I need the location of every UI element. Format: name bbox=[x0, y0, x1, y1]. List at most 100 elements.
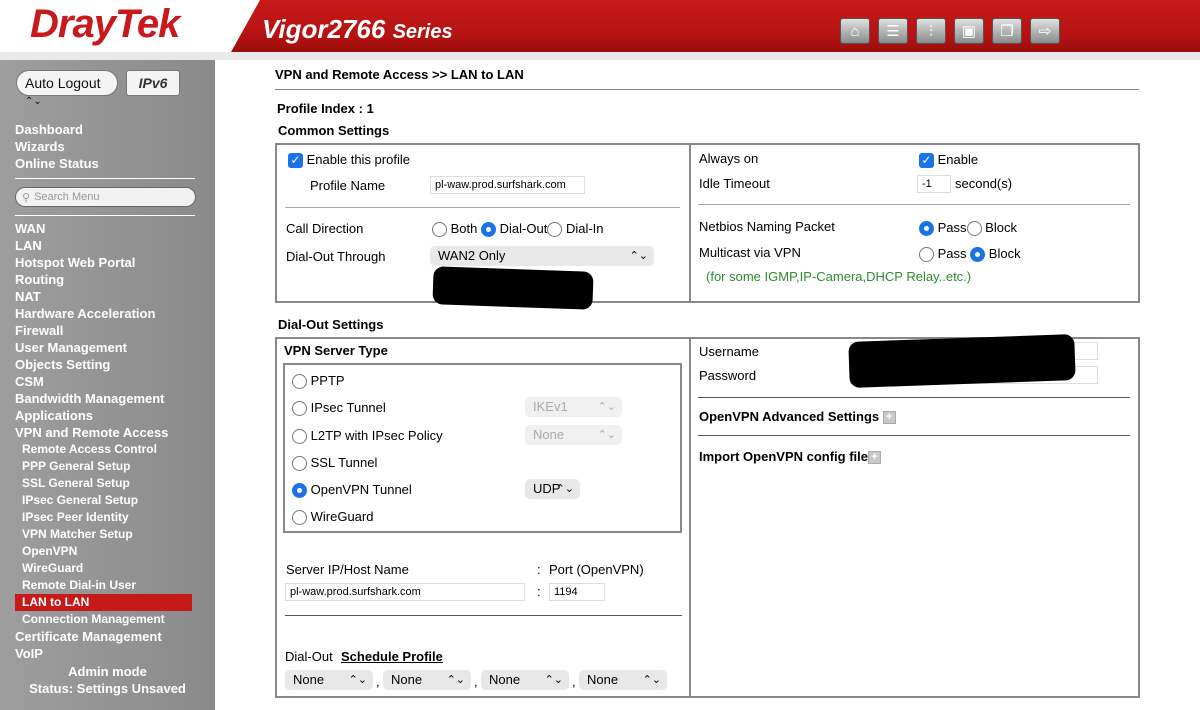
l2tp-policy-select[interactable]: None ⌃⌄ bbox=[525, 425, 622, 445]
chevron-updown-icon: ⌃⌄ bbox=[446, 674, 465, 686]
submenu-remote-dialin[interactable]: Remote Dial-in User bbox=[15, 577, 192, 594]
sidebar: Auto Logout ⌃⌄ IPv6 Dashboard Wizards On… bbox=[0, 60, 215, 710]
list-icon[interactable]: ☰ bbox=[878, 18, 908, 44]
openvpn-advanced-row[interactable]: OpenVPN Advanced Settings + bbox=[699, 409, 896, 425]
top-menu: Dashboard Wizards Online Status bbox=[15, 121, 99, 172]
menu-item-wan[interactable]: WAN bbox=[15, 220, 192, 237]
multicast-pass-radio[interactable] bbox=[919, 247, 934, 263]
menu-item-lan[interactable]: LAN bbox=[15, 237, 192, 254]
multicast-note: (for some IGMP,IP-Camera,DHCP Relay..etc… bbox=[706, 269, 972, 284]
submenu-lan-to-lan[interactable]: LAN to LAN bbox=[15, 594, 192, 611]
menu-item-bandwidth[interactable]: Bandwidth Management bbox=[15, 390, 192, 407]
menu-item-hw-accel[interactable]: Hardware Acceleration bbox=[15, 305, 192, 322]
schedule-value-1: None bbox=[293, 672, 325, 687]
menu-item-dashboard[interactable]: Dashboard bbox=[15, 121, 99, 138]
menu-item-routing[interactable]: Routing bbox=[15, 271, 192, 288]
type-wireguard-radio[interactable] bbox=[292, 510, 307, 526]
menu-item-user-mgmt[interactable]: User Management bbox=[15, 339, 192, 356]
save-icon[interactable]: ▣ bbox=[954, 18, 984, 44]
model-series: Series bbox=[392, 21, 453, 43]
username-label: Username bbox=[699, 344, 759, 359]
submenu-vpn-matcher[interactable]: VPN Matcher Setup bbox=[15, 526, 192, 543]
type-l2tp-radio[interactable] bbox=[292, 429, 307, 445]
openvpn-protocol-select[interactable]: UDP ⌃⌄ bbox=[525, 479, 580, 499]
call-direction-dialout-radio[interactable] bbox=[481, 222, 496, 238]
type-ipsec-radio[interactable] bbox=[292, 401, 307, 417]
import-openvpn-row[interactable]: Import OpenVPN config file + bbox=[699, 449, 882, 465]
call-direction-both-radio[interactable] bbox=[432, 222, 447, 238]
submenu-ipsec-general[interactable]: IPsec General Setup bbox=[15, 492, 192, 509]
ipsec-mode-select[interactable]: IKEv1 ⌃⌄ bbox=[525, 397, 622, 417]
submenu-connection-mgmt[interactable]: Connection Management bbox=[15, 611, 192, 628]
schedule-select-2[interactable]: None ⌃⌄ bbox=[383, 670, 471, 690]
ipsec-mode-value: IKEv1 bbox=[533, 399, 568, 414]
schedule-profile-link[interactable]: Schedule Profile bbox=[341, 649, 443, 664]
schedule-select-4[interactable]: None ⌃⌄ bbox=[579, 670, 667, 690]
submenu-openvpn[interactable]: OpenVPN bbox=[15, 543, 192, 560]
type-openvpn-radio[interactable] bbox=[292, 483, 307, 499]
auto-logout-select[interactable]: Auto Logout ⌃⌄ bbox=[16, 70, 118, 107]
server-port-colon: : bbox=[537, 584, 541, 599]
chevron-updown-icon: ⌃⌄ bbox=[629, 250, 648, 262]
banner-strip bbox=[0, 52, 1200, 60]
menu-item-vpn[interactable]: VPN and Remote Access bbox=[15, 424, 192, 441]
book-icon[interactable]: ❐ bbox=[992, 18, 1022, 44]
logout-icon[interactable]: ⇨ bbox=[1030, 18, 1060, 44]
menu-item-csm[interactable]: CSM bbox=[15, 373, 192, 390]
server-host-input[interactable]: pl-waw.prod.surfshark.com bbox=[285, 583, 525, 601]
menu-item-firewall[interactable]: Firewall bbox=[15, 322, 192, 339]
call-direction-label: Call Direction bbox=[286, 221, 364, 236]
schedule-separator: , bbox=[474, 674, 478, 689]
submenu-ssl-general[interactable]: SSL General Setup bbox=[15, 475, 192, 492]
menu-item-nat[interactable]: NAT bbox=[15, 288, 192, 305]
submenu-ipsec-peer[interactable]: IPsec Peer Identity bbox=[15, 509, 192, 526]
submenu-wireguard[interactable]: WireGuard bbox=[15, 560, 192, 577]
idle-timeout-input[interactable]: -1 bbox=[917, 175, 951, 193]
submenu-ppp-general[interactable]: PPP General Setup bbox=[15, 458, 192, 475]
multicast-block-radio[interactable] bbox=[970, 247, 986, 263]
menu-item-certificate[interactable]: Certificate Management bbox=[15, 628, 192, 645]
call-direction-options: Both Dial-Out Dial-In bbox=[432, 221, 604, 238]
menu-item-voip[interactable]: VoIP bbox=[15, 645, 192, 662]
sliders-icon[interactable]: ⫶ bbox=[916, 18, 946, 44]
menu-item-online-status[interactable]: Online Status bbox=[15, 155, 99, 172]
plus-icon[interactable]: + bbox=[882, 411, 896, 425]
chevron-updown-icon: ⌃⌄ bbox=[597, 429, 616, 441]
type-pptp-row: PPTP bbox=[292, 373, 345, 390]
type-ipsec-label: IPsec Tunnel bbox=[310, 400, 386, 415]
type-l2tp-row: L2TP with IPsec Policy bbox=[292, 428, 443, 445]
ipv6-button[interactable]: IPv6 bbox=[126, 70, 180, 96]
search-input[interactable]: ⚲ Search Menu bbox=[15, 187, 196, 207]
enable-profile-row: ✓ Enable this profile bbox=[288, 152, 410, 169]
profile-name-input[interactable]: pl-waw.prod.surfshark.com bbox=[430, 176, 585, 194]
type-ssl-label: SSL Tunnel bbox=[310, 455, 378, 470]
always-on-checkbox[interactable]: ✓ bbox=[919, 153, 934, 169]
type-ssl-radio[interactable] bbox=[292, 456, 307, 472]
redaction-mark bbox=[432, 266, 594, 310]
dial-out-through-select[interactable]: WAN2 Only ⌃⌄ bbox=[430, 246, 654, 266]
menu-item-applications[interactable]: Applications bbox=[15, 407, 192, 424]
call-direction-dialout-label: Dial-Out bbox=[499, 221, 548, 236]
schedule-select-1[interactable]: None ⌃⌄ bbox=[285, 670, 373, 690]
always-on-row: ✓ Enable bbox=[919, 152, 978, 169]
call-direction-dialin-label: Dial-In bbox=[565, 221, 604, 236]
submenu-remote-access-control[interactable]: Remote Access Control bbox=[15, 441, 192, 458]
column-divider bbox=[689, 143, 691, 303]
menu-item-wizards[interactable]: Wizards bbox=[15, 138, 99, 155]
menu-item-objects[interactable]: Objects Setting bbox=[15, 356, 192, 373]
enable-profile-checkbox[interactable]: ✓ bbox=[288, 153, 303, 169]
schedule-select-3[interactable]: None ⌃⌄ bbox=[481, 670, 569, 690]
netbios-pass-radio[interactable] bbox=[919, 221, 934, 237]
netbios-block-radio[interactable] bbox=[966, 221, 982, 237]
port-input[interactable]: 1194 bbox=[549, 583, 605, 601]
call-direction-dialin-radio[interactable] bbox=[547, 222, 563, 238]
plus-icon[interactable]: + bbox=[868, 451, 882, 465]
home-icon[interactable]: ⌂ bbox=[840, 18, 870, 44]
always-on-label: Always on bbox=[699, 151, 759, 166]
enable-profile-label: Enable this profile bbox=[306, 152, 410, 167]
menu-item-hotspot[interactable]: Hotspot Web Portal bbox=[15, 254, 192, 271]
breadcrumb: VPN and Remote Access >> LAN to LAN bbox=[275, 67, 524, 82]
right-divider bbox=[698, 435, 1130, 436]
type-pptp-radio[interactable] bbox=[292, 374, 307, 390]
idle-timeout-unit: second(s) bbox=[955, 176, 1013, 191]
